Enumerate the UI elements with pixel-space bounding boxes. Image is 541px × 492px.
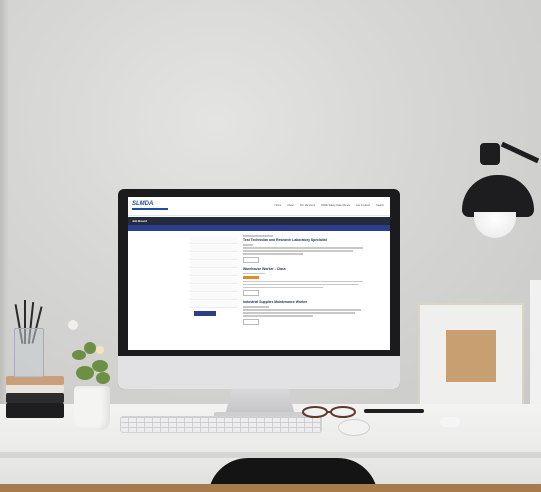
text-line [243,235,273,237]
text-line [243,312,355,314]
nav-item[interactable]: Get Involved [356,204,370,207]
job-more-button[interactable] [243,318,259,325]
picture-frame-art [446,330,496,382]
book [6,403,64,418]
nav-item[interactable]: About [287,204,294,207]
page-title-bar: Job Board [128,217,390,225]
filter-field[interactable] [190,245,238,252]
nav-item[interactable]: Our Members [300,204,315,207]
monitor-screen: SLMDA Home About Our Members FREE Safety… [128,197,390,350]
job-more-button[interactable] [243,256,259,263]
notice-banner [128,225,390,231]
text-line [243,315,313,317]
site-logo-underline [132,208,168,210]
text-line [243,280,363,282]
text-line [243,272,265,274]
site-nav: Home About Our Members FREE Safety Data … [275,204,384,207]
text-line [243,309,361,311]
filter-field[interactable] [190,285,238,292]
eyeglasses [302,406,356,418]
plant-leaf [84,342,96,354]
text-line [243,247,363,249]
lamp-pole [530,280,541,410]
job-title[interactable]: Test Technician and Research Laboratory … [243,238,383,242]
filter-field[interactable] [190,293,238,300]
filter-sidebar [190,237,238,321]
page-title: Job Board [132,219,147,223]
filter-field[interactable] [190,277,238,284]
book [6,393,64,403]
filter-field[interactable] [190,261,238,268]
filter-field[interactable] [190,237,238,244]
filter-field[interactable] [190,269,238,276]
floor-strip [0,484,541,492]
job-list: Test Technician and Research Laboratory … [243,235,383,347]
keyboard [120,416,322,433]
plant-pot [74,386,110,430]
nav-item[interactable]: Home [275,204,282,207]
earbuds [440,417,460,427]
job-title[interactable]: Warehouse Worker - Class [243,267,383,271]
job-title[interactable]: Industrial Supplies Maintenance Worker [243,300,383,304]
plant-flower [68,320,78,330]
text-line [243,253,303,255]
site-logo: SLMDA [132,201,154,207]
plant-leaf [96,372,110,384]
plant-leaf [72,350,86,360]
monitor-chin [118,356,400,389]
job-badge [243,275,259,279]
job-more-button[interactable] [243,290,259,296]
plant-leaf [92,360,108,372]
pencil-cup [14,328,44,378]
site-header: SLMDA Home About Our Members FREE Safety… [128,197,390,216]
text-line [243,250,353,252]
mouse [338,419,370,436]
text-line [243,283,359,285]
filter-field[interactable] [190,253,238,260]
pen [364,409,424,413]
filter-search-button[interactable] [194,311,216,316]
photo-frame: SLMDA Home About Our Members FREE Safety… [0,0,541,492]
nav-item[interactable]: Search [376,204,384,207]
text-line [243,244,253,246]
text-line [243,286,323,288]
text-line [243,306,269,308]
plant-leaf [76,366,94,380]
filter-field[interactable] [190,301,238,308]
plant-flower [96,346,104,354]
lamp-joint [480,143,500,165]
book [6,385,64,393]
nav-item[interactable]: FREE Safety Data Sheets [321,204,350,207]
